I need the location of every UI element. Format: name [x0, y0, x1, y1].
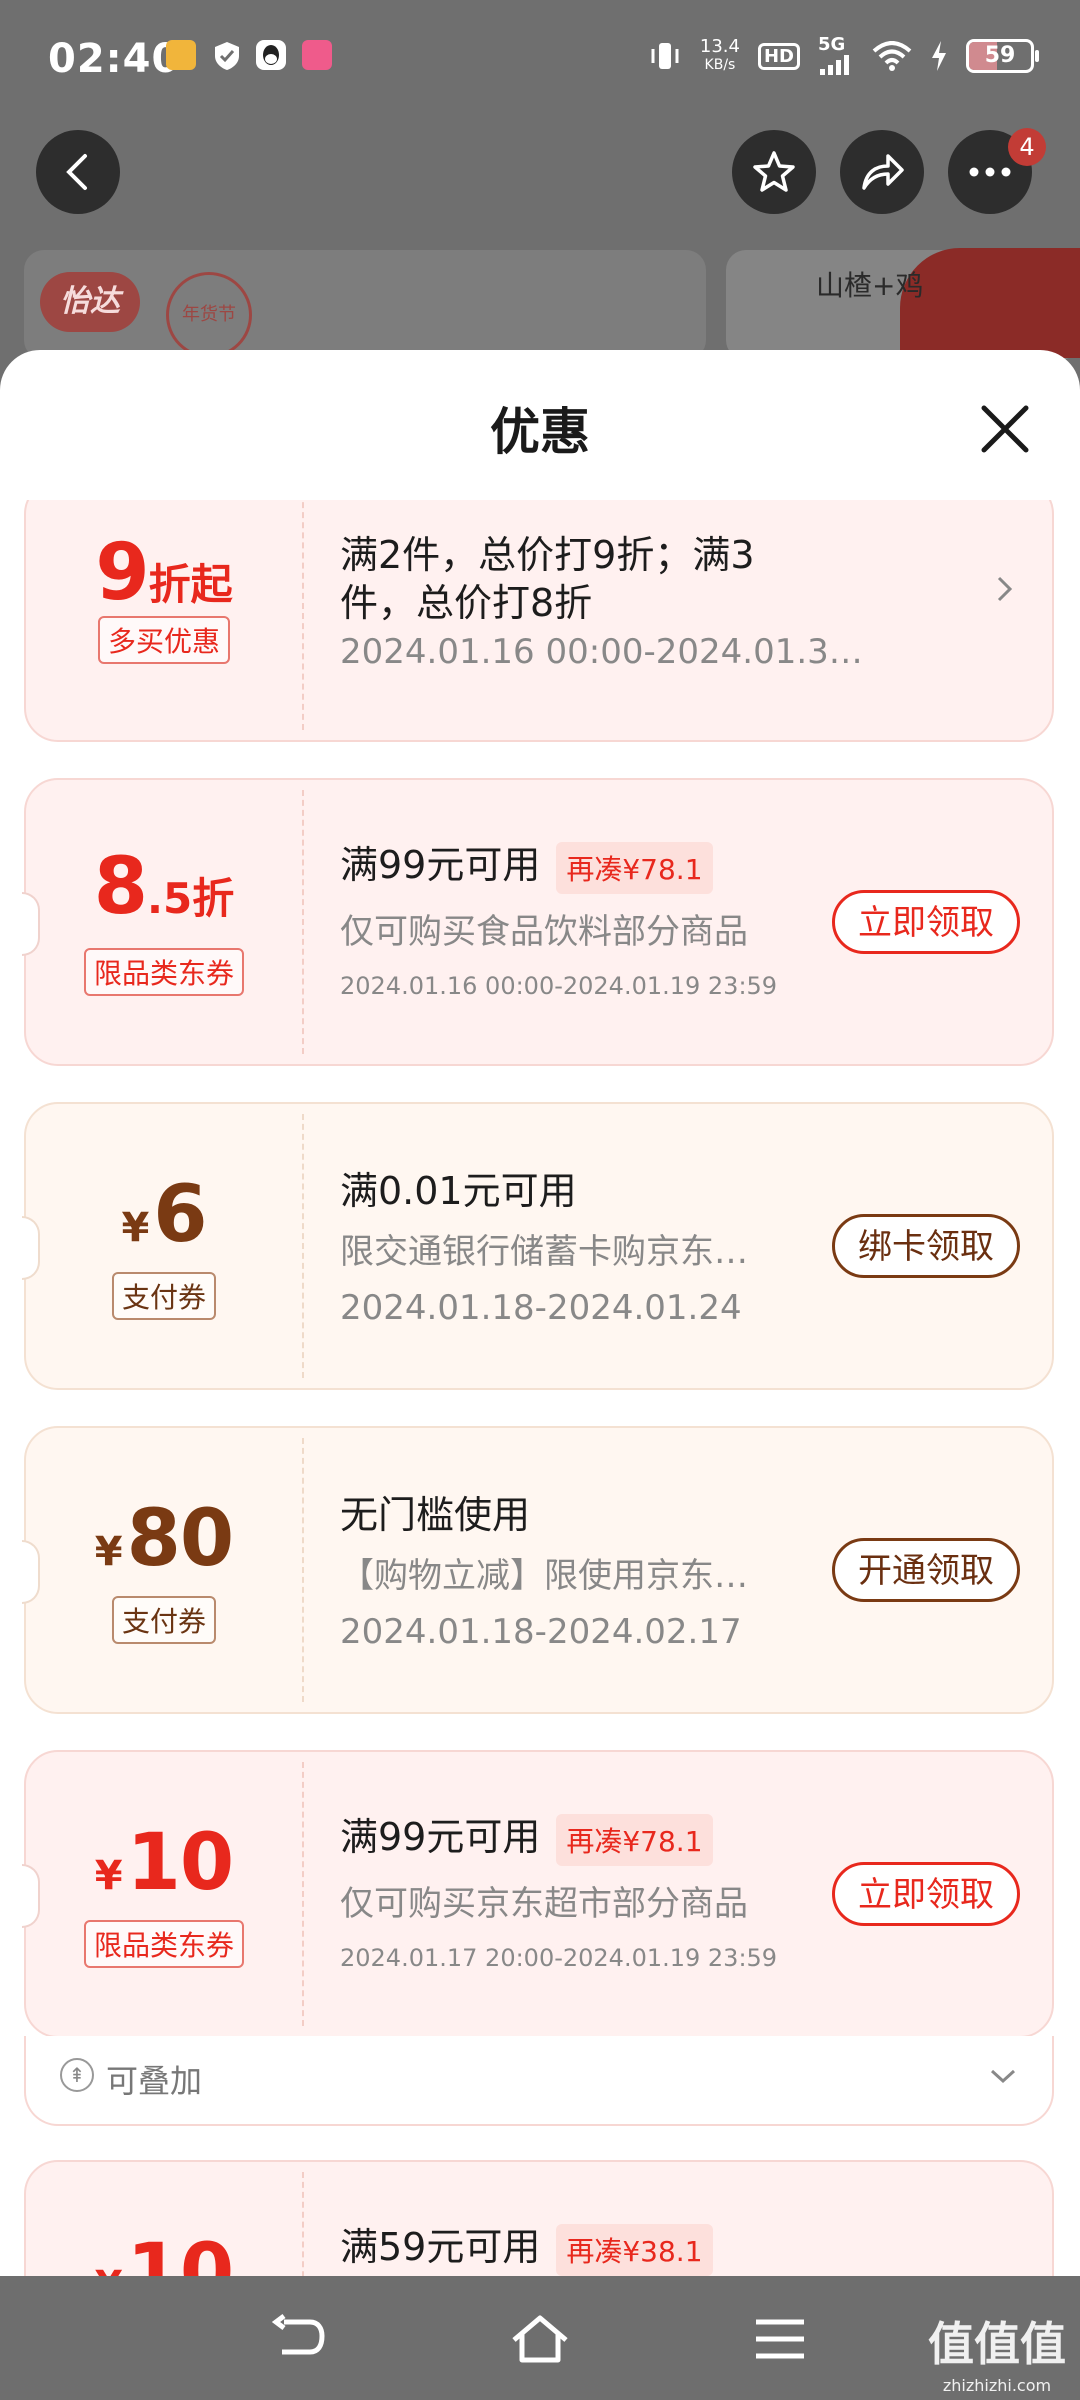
- coupon-divider: [302, 1438, 304, 1702]
- coupon-card[interactable]: 9折起 多买优惠 满2件，总价打9折；满3 件，总价打8折 2024.01.16…: [24, 500, 1054, 742]
- coupon-condition: 满59元可用 再凑¥38.1: [340, 2216, 713, 2276]
- festival-seal: 年货节: [166, 272, 252, 358]
- qq-icon: [256, 40, 286, 70]
- claim-button[interactable]: 立即领取: [832, 1862, 1020, 1926]
- coupon-value: 9折起: [95, 528, 233, 618]
- coupon-type-tag: 限品类东券: [83, 1920, 245, 1968]
- stackable-label: 可叠加: [106, 2062, 203, 2100]
- more-icon: [969, 167, 1011, 177]
- battery-indicator: 59: [966, 39, 1039, 73]
- coupon-value: ¥80: [94, 1494, 234, 1584]
- brand-logo: 怡达: [40, 272, 140, 332]
- bind-card-claim-button[interactable]: 绑卡领取: [832, 1214, 1020, 1278]
- coupon-validity: 2024.01.17 20:00-2024.01.19 23:59: [340, 1944, 778, 1972]
- share-button[interactable]: [840, 130, 924, 214]
- coupon-condition: 满0.01元可用: [340, 1169, 577, 1213]
- coupon-value-area: 9折起 多买优惠: [26, 500, 302, 740]
- sheet-title: 优惠: [490, 403, 590, 461]
- clock: 02:40: [48, 36, 181, 82]
- coupon-value-area: ¥10: [26, 2162, 302, 2276]
- coupon-value: ¥10: [95, 2228, 234, 2276]
- coupon-value-area: ¥80 支付券: [26, 1428, 302, 1712]
- coupon-validity: 2024.01.16 00:00-2024.01.19 23:59: [340, 972, 778, 1000]
- shield-icon: [212, 40, 242, 70]
- app-notification-icon: [166, 40, 196, 70]
- coupon-condition: 满2件，总价打9折；满3: [340, 533, 755, 577]
- coupon-condition-line2: 件，总价打8折: [340, 581, 593, 625]
- back-nav-icon[interactable]: [270, 2314, 330, 2364]
- coupon-card[interactable]: ¥80 支付券 无门槛使用 【购物立减】限使用京东… 2024.01.18-20…: [22, 1426, 1054, 1714]
- chevron-down-icon[interactable]: [988, 2066, 1018, 2086]
- coupon-type-tag: 支付券: [111, 1272, 217, 1320]
- chevron-right-icon[interactable]: [994, 572, 1016, 606]
- coupon-value: 8.5折: [93, 842, 235, 932]
- wifi-icon: [872, 41, 912, 71]
- close-button[interactable]: [974, 398, 1036, 460]
- coupon-value-area: ¥10 限品类东券: [26, 1752, 302, 2036]
- coupon-condition: 满99元可用 再凑¥78.1: [340, 1806, 713, 1866]
- add-more-hint: 再凑¥78.1: [556, 841, 713, 894]
- coupon-validity: 2024.01.16 00:00-2024.01.3…: [340, 632, 863, 672]
- add-more-hint: 再凑¥78.1: [556, 1813, 713, 1866]
- coupon-scope: 仅可购买京东超市部分商品: [340, 1884, 748, 1924]
- coupon-divider: [302, 790, 304, 1054]
- coupon-type-tag: 限品类东券: [83, 948, 245, 996]
- coupon-condition: 无门槛使用: [340, 1493, 531, 1537]
- coupon-scope: 【购物立减】限使用京东…: [340, 1556, 748, 1596]
- promotions-sheet: 优惠 9折起 多买优惠 满2件，总价打9折；满3 件，总价打8折 2024.01…: [0, 350, 1080, 2276]
- close-icon: [981, 405, 1029, 453]
- claim-button[interactable]: 立即领取: [832, 890, 1020, 954]
- chevron-left-icon: [66, 154, 87, 190]
- app-icon-pink: [302, 40, 332, 70]
- coupon-card[interactable]: 8.5折 限品类东券 满99元可用 再凑¥78.1 仅可购买食品饮料部分商品 20…: [22, 778, 1054, 1066]
- coupon-scope: 仅可购买食品饮料部分商品: [340, 912, 748, 952]
- stackable-row[interactable]: ⇞ 可叠加: [24, 2036, 1054, 2126]
- back-button[interactable]: [36, 130, 120, 214]
- hd-badge: HD: [757, 42, 800, 70]
- festival-banner: [900, 248, 1080, 358]
- system-nav-bar: [0, 2276, 1080, 2400]
- coupon-card[interactable]: ¥10 满59元可用再凑¥38.1: [24, 2160, 1054, 2276]
- stack-icon: ⇞: [60, 2058, 94, 2092]
- coupon-validity: 2024.01.18-2024.01.24: [340, 1288, 742, 1328]
- notification-badge: 4: [1008, 128, 1046, 166]
- coupon-scope: 限交通银行储蓄卡购京东…: [340, 1232, 748, 1272]
- menu-nav-icon[interactable]: [750, 2314, 810, 2364]
- coupon-list[interactable]: 9折起 多买优惠 满2件，总价打9折；满3 件，总价打8折 2024.01.16…: [0, 500, 1080, 2276]
- coupon-divider: [302, 1762, 304, 2026]
- share-icon: [862, 154, 904, 190]
- charging-icon: [932, 41, 946, 71]
- coupon-divider: [302, 2172, 304, 2276]
- coupon-type-tag: 多买优惠: [97, 616, 231, 664]
- coupon-value-area: ¥6 支付券: [26, 1104, 302, 1388]
- coupon-type-tag: 支付券: [111, 1596, 217, 1644]
- coupon-divider: [302, 1114, 304, 1378]
- status-bar: 02:40 13.4 KB/s HD 5G 59: [0, 0, 1080, 118]
- product-card-title: 山楂+鸡: [816, 269, 924, 302]
- signal-icon: 5G: [818, 36, 854, 75]
- vibrate-icon: [651, 43, 679, 69]
- coupon-value: ¥10: [94, 1818, 234, 1908]
- coupon-card[interactable]: ¥6 支付券 满0.01元可用 限交通银行储蓄卡购京东… 2024.01.18-…: [22, 1102, 1054, 1390]
- coupon-validity: 2024.01.18-2024.02.17: [340, 1612, 742, 1652]
- coupon-divider: [302, 500, 304, 730]
- net-speed: 13.4 KB/s: [699, 36, 740, 74]
- home-nav-icon[interactable]: [510, 2314, 570, 2364]
- favorite-button[interactable]: [732, 130, 816, 214]
- add-more-hint: 再凑¥38.1: [556, 2223, 713, 2276]
- watermark: 值值值 zhizhizhi.com: [928, 2317, 1066, 2395]
- coupon-card[interactable]: ¥10 限品类东券 满99元可用 再凑¥78.1 仅可购买京东超市部分商品 202…: [22, 1750, 1054, 2038]
- coupon-condition: 满99元可用 再凑¥78.1: [340, 834, 713, 894]
- coupon-value-area: 8.5折 限品类东券: [26, 780, 302, 1064]
- star-icon: [753, 151, 795, 192]
- activate-claim-button[interactable]: 开通领取: [832, 1538, 1020, 1602]
- coupon-value: ¥6: [121, 1170, 207, 1260]
